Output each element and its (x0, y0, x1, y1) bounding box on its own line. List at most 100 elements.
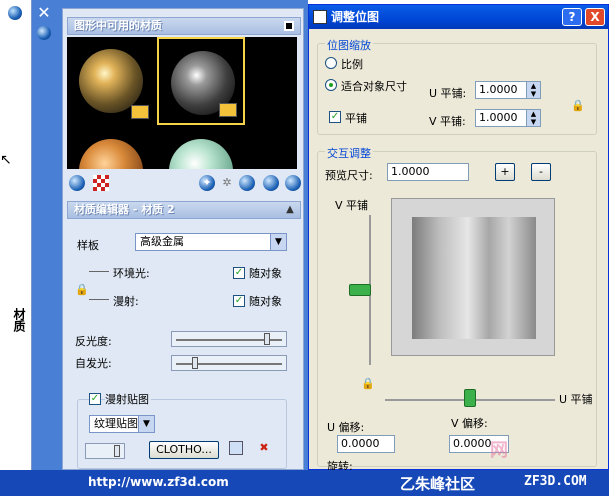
material-swatch[interactable] (67, 37, 155, 125)
ambient-by-object-label: 随对象 (249, 267, 282, 280)
link-line (89, 271, 109, 272)
tile-checkbox[interactable]: ✓ (329, 111, 341, 123)
self-illumination-slider[interactable] (171, 355, 287, 371)
u-tile-slider-thumb[interactable] (464, 389, 476, 407)
site-footer-banner: http://www.zf3d.com 乙朱峰社区 ZF3D.COM (0, 470, 609, 496)
globe-icon[interactable] (37, 26, 51, 40)
map-type-value: 纹理贴图 (94, 417, 138, 430)
palette-body: 图形中可用的材质 ✦ ✲ 材质编辑器 - 材质 2 ▲ 样板 高级金属 ▼ 🔒 … (62, 8, 304, 470)
footer-url[interactable]: http://www.zf3d.com (88, 475, 229, 489)
v-offset-label: V 偏移: (451, 417, 488, 430)
lock-icon[interactable]: 🔒 (75, 283, 89, 296)
bitmap-preview-image (412, 217, 536, 339)
lock-icon[interactable]: 🔒 (571, 99, 585, 112)
chevron-down-icon[interactable]: ▼ (270, 234, 286, 250)
section-title-material-editor[interactable]: 材质编辑器 - 材质 2 ▲ (67, 201, 301, 219)
section-title-text: 材质编辑器 - 材质 2 (74, 203, 175, 216)
materials-palette: ✕ 图形中可用的材质 ✦ ✲ 材质编辑器 - 材质 2 ▲ 样板 高级金属 ▼ … (32, 0, 308, 470)
spin-arrows-icon[interactable]: ▲ ▼ (526, 110, 540, 126)
v-tile-axis-label: V 平铺 (335, 199, 369, 212)
fit-to-object-label: 适合对象尺寸 (341, 80, 407, 93)
collapse-icon[interactable]: ▲ (284, 204, 296, 216)
u-tile-axis-label: U 平铺 (559, 393, 593, 406)
dialog-icon (313, 10, 327, 24)
slider-thumb[interactable] (114, 445, 120, 457)
spin-arrows-icon[interactable]: ▲ ▼ (526, 82, 540, 98)
close-button[interactable]: X (585, 8, 605, 26)
dialog-title: 调整位图 (331, 10, 380, 24)
dialog-title-bar[interactable]: 调整位图 ? X (309, 5, 608, 29)
u-tile-input[interactable]: 1.0000 ▲ ▼ (475, 81, 541, 99)
diffuse-by-object-checkbox[interactable]: ✓ (233, 295, 245, 307)
material-swatch-selected[interactable] (157, 37, 245, 125)
ratio-label: 比例 (341, 58, 363, 71)
template-label: 样板 (77, 239, 99, 252)
help-button[interactable]: ? (562, 8, 582, 26)
tile-label: 平铺 (345, 112, 367, 125)
link-line (89, 299, 109, 300)
u-offset-label: U 偏移: (327, 421, 365, 434)
maximize-icon[interactable] (284, 21, 294, 31)
ambient-label: 环境光: (113, 267, 150, 280)
v-tile-input[interactable]: 1.0000 ▲ ▼ (475, 109, 541, 127)
material-tag-icon (131, 105, 149, 119)
u-tile-value: 1.0000 (479, 83, 518, 96)
close-icon[interactable]: ✕ (35, 4, 53, 22)
sphere-icon (79, 139, 143, 169)
v-tile-value: 1.0000 (479, 111, 518, 124)
material-swatch[interactable] (67, 127, 155, 169)
adjust-bitmap-icon[interactable] (229, 441, 243, 455)
slider-thumb[interactable] (192, 357, 198, 369)
map-blend-slider[interactable] (85, 443, 125, 459)
interactive-adjust-legend: 交互调整 (325, 145, 373, 161)
v-tile-slider-thumb[interactable] (349, 284, 371, 296)
diffuse-map-checkbox[interactable]: ✓ (89, 393, 101, 405)
diffuse-label: 漫射: (113, 295, 139, 308)
map-file-button[interactable]: CLOTHO... (149, 441, 219, 459)
slider-thumb[interactable] (264, 333, 270, 345)
reflectivity-slider[interactable] (171, 331, 287, 347)
material-swatches (67, 37, 297, 169)
remove-material-icon[interactable] (263, 175, 279, 191)
material-tag-icon (219, 103, 237, 117)
delete-map-icon[interactable]: ✖ (257, 441, 271, 455)
preview-size-input[interactable]: 1.0000 (387, 163, 469, 181)
footer-brand: 乙朱峰社区 (400, 475, 476, 493)
diffuse-map-label: 漫射贴图 (105, 391, 151, 407)
material-swatch[interactable] (157, 127, 245, 169)
chevron-down-icon[interactable]: ▼ (138, 416, 154, 432)
section-title-text: 图形中可用的材质 (74, 19, 162, 32)
strip-title: 材质 (12, 308, 26, 332)
reflectivity-label: 反光度: (75, 335, 112, 348)
zoom-in-button[interactable]: + (495, 163, 515, 181)
mouse-cursor-icon: ↖ (0, 152, 12, 168)
apply-material-icon[interactable] (239, 175, 255, 191)
u-offset-input[interactable]: 0.0000 (337, 435, 395, 453)
lock-icon[interactable]: 🔒 (361, 377, 375, 390)
bitmap-preview[interactable] (391, 198, 555, 356)
sphere-icon (79, 49, 143, 113)
u-tile-label: U 平铺: (429, 87, 467, 100)
zoom-out-button[interactable]: - (531, 163, 551, 181)
section-title-available-materials[interactable]: 图形中可用的材质 (67, 17, 301, 35)
sphere-icon (169, 139, 233, 169)
self-illumination-label: 自发光: (75, 357, 112, 370)
preview-size-label: 预览尺寸: (325, 169, 373, 182)
materials-strip: ↖ 材质 (0, 0, 32, 496)
ratio-radio[interactable] (325, 57, 337, 69)
select-objects-icon[interactable] (285, 175, 301, 191)
adjust-bitmap-dialog: 调整位图 ? X 位图缩放 比例 适合对象尺寸 U 平铺: 1.0000 ▲ ▼ … (308, 4, 609, 473)
v-tile-label: V 平铺: (429, 115, 466, 128)
new-material-icon[interactable]: ✦ (199, 175, 215, 191)
globe-icon[interactable] (8, 6, 22, 20)
template-select[interactable]: 高级金属 ▼ (135, 233, 287, 251)
map-type-select[interactable]: 纹理贴图 ▼ (89, 415, 155, 433)
checker-background-icon[interactable] (93, 175, 109, 191)
ambient-by-object-checkbox[interactable]: ✓ (233, 267, 245, 279)
diffuse-by-object-label: 随对象 (249, 295, 282, 308)
purge-icon[interactable]: ✲ (219, 175, 235, 191)
fit-to-object-radio[interactable] (325, 79, 337, 91)
watermark-text: 网 (490, 440, 508, 461)
swatch-toolbar: ✦ ✲ (67, 171, 301, 195)
sphere-preview-icon[interactable] (69, 175, 85, 191)
